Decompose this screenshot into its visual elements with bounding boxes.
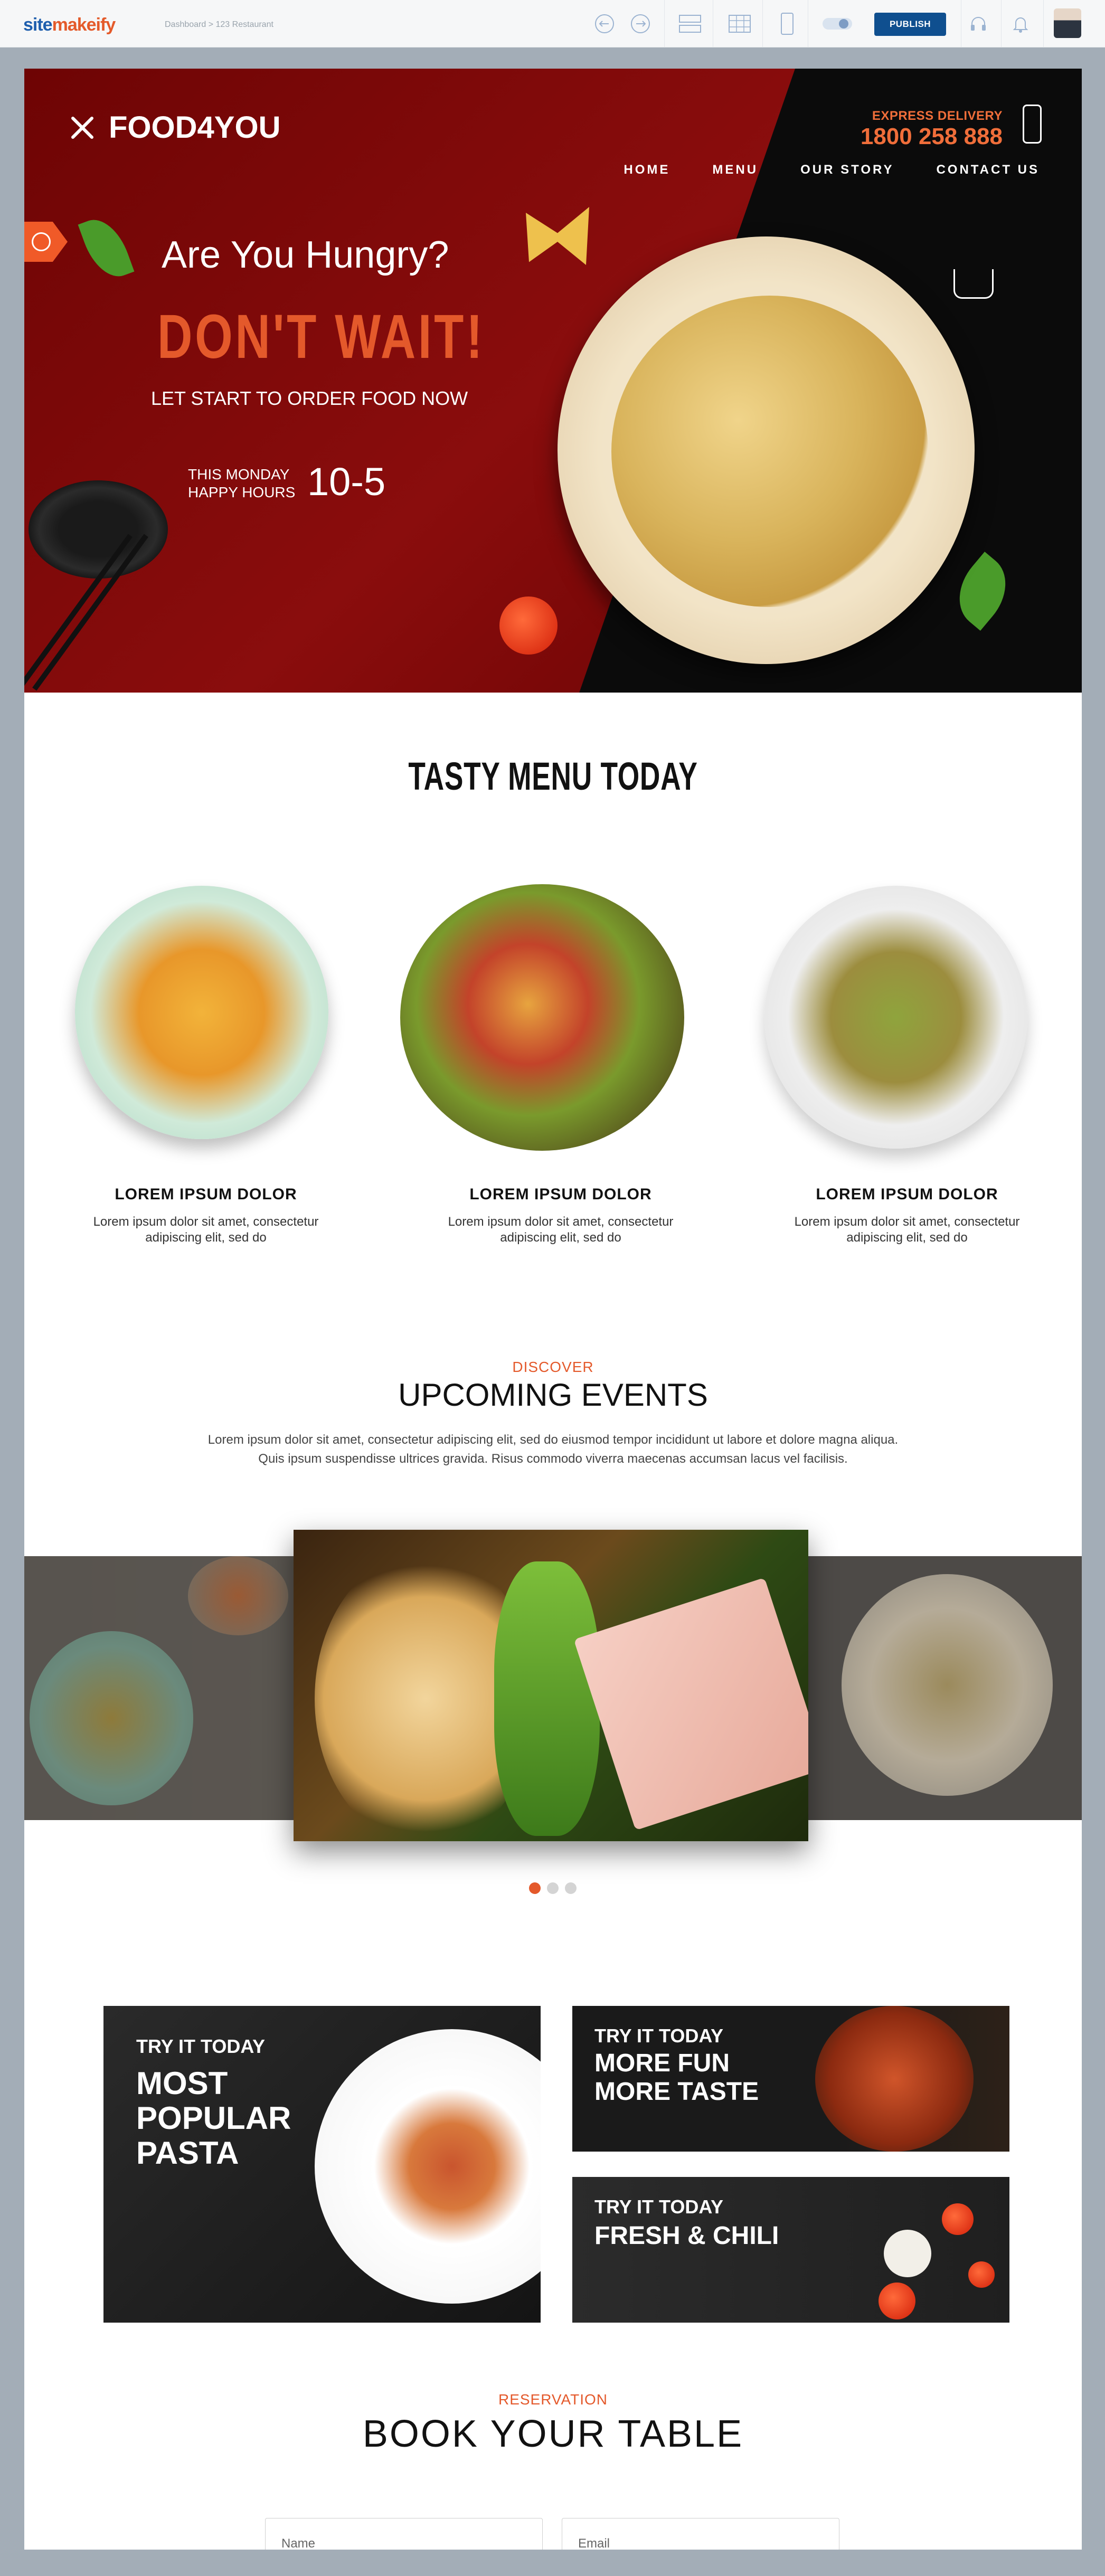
menu-dish-image-2[interactable] [400, 884, 684, 1151]
happy-line-1: THIS MONDAY [188, 466, 290, 482]
delivery-phone: 1800 258 888 [860, 124, 1003, 149]
menu-item-name: LOREM IPSUM DOLOR [469, 1186, 652, 1203]
promo-line: MORE FUN [594, 2049, 730, 2077]
nav-contact-us[interactable]: CONTACT US [936, 163, 1040, 177]
main-nav: HOME MENU OUR STORY CONTACT US [624, 163, 1040, 177]
menu-item-desc-line: Lorem ipsum dolor sit amet, consectetur [448, 1215, 674, 1229]
events-description: Lorem ipsum dolor sit amet, consectetur … [24, 1431, 1082, 1469]
phone-icon [1023, 105, 1042, 144]
notification-bell-icon[interactable] [1008, 12, 1033, 36]
carousel-active-slide[interactable] [294, 1530, 808, 1841]
coffee-cup-icon [953, 269, 994, 299]
express-label: EXPRESS DELIVERY [872, 109, 1003, 123]
menu-item-desc: Lorem ipsum dolor sit amet, consectetur … [770, 1214, 1044, 1246]
events-kicker: DISCOVER [512, 1359, 594, 1375]
sitemakeify-logo[interactable]: sitemakeify [23, 15, 116, 35]
carousel-dot[interactable] [529, 1882, 541, 1894]
publish-button[interactable]: PUBLISH [874, 13, 946, 36]
menu-item-desc: Lorem ipsum dolor sit amet, consectetur … [69, 1214, 343, 1246]
carousel-dot[interactable] [547, 1882, 559, 1894]
redo-icon[interactable] [628, 12, 653, 36]
promo-headline: MOST POPULAR PASTA [136, 2066, 291, 2171]
preview-toggle[interactable] [821, 12, 853, 36]
slide-plate-image [188, 1556, 288, 1635]
events-text-line: Quis ipsum suspendisse ultrices gravida.… [258, 1452, 848, 1466]
logo-text-site: site [23, 15, 53, 35]
breadcrumb[interactable]: Dashboard > 123 Restaurant [165, 20, 273, 30]
menu-item-name: LOREM IPSUM DOLOR [816, 1186, 998, 1203]
menu-item-desc-line: adipiscing elit, sed do [846, 1230, 968, 1245]
events-title: UPCOMING EVENTS [398, 1377, 708, 1413]
promo-headline: MORE FUN MORE TASTE [594, 2049, 759, 2106]
promo-card-chili[interactable]: TRY IT TODAY FRESH & CHILI [572, 2177, 1009, 2323]
promo-line: MOST [136, 2066, 228, 2101]
sauce-bowl-image [29, 480, 168, 579]
reservation-title: BOOK YOUR TABLE [362, 2413, 744, 2455]
tomato-image [499, 596, 558, 655]
email-field[interactable]: Email [562, 2518, 839, 2550]
undo-icon[interactable] [592, 12, 617, 36]
hero-section: FOOD4YOU EXPRESS DELIVERY 1800 258 888 H… [24, 69, 1082, 693]
website-canvas: FOOD4YOU EXPRESS DELIVERY 1800 258 888 H… [24, 69, 1082, 2550]
nav-home[interactable]: HOME [624, 163, 670, 177]
menu-item-desc: Lorem ipsum dolor sit amet, consectetur … [423, 1214, 698, 1246]
promo-kicker: TRY IT TODAY [594, 2025, 724, 2047]
hero-cta-text: DON'T WAIT! [157, 302, 485, 372]
promo-line: POPULAR [136, 2100, 291, 2136]
slide-plate-image [30, 1631, 193, 1805]
menu-item-name: LOREM IPSUM DOLOR [115, 1186, 297, 1203]
promo-line: PASTA [136, 2135, 239, 2171]
grid-view-icon[interactable] [728, 12, 752, 36]
nav-our-story[interactable]: OUR STORY [800, 163, 894, 177]
happy-hours-time: 10-5 [307, 460, 386, 504]
promo-card-fun[interactable]: TRY IT TODAY MORE FUN MORE TASTE [572, 2006, 1009, 2152]
reservation-kicker: RESERVATION [498, 2391, 608, 2408]
promo-card-pasta[interactable]: TRY IT TODAY MOST POPULAR PASTA [103, 2006, 541, 2323]
promo-headline: FRESH & CHILI [594, 2222, 779, 2250]
slide-plate-image [842, 1574, 1053, 1796]
mobile-view-icon[interactable] [775, 12, 799, 36]
carousel-dot[interactable] [565, 1882, 577, 1894]
carousel-pagination [529, 1882, 577, 1894]
promo-kicker: TRY IT TODAY [594, 2196, 724, 2218]
brand-name: FOOD4YOU [109, 110, 281, 145]
menu-item-desc-line: Lorem ipsum dolor sit amet, consectetur [794, 1215, 1020, 1229]
menu-section-title: TASTY MENU TODAY [408, 754, 698, 798]
menu-item-desc-line: adipiscing elit, sed do [145, 1230, 267, 1245]
happy-hours-label: THIS MONDAY HAPPY HOURS [188, 466, 295, 501]
events-text-line: Lorem ipsum dolor sit amet, consectetur … [207, 1433, 899, 1447]
site-brand[interactable]: FOOD4YOU [70, 110, 281, 145]
hero-headline: Are You Hungry? [162, 234, 449, 276]
happy-line-2: HAPPY HOURS [188, 484, 296, 500]
menu-item-desc-line: adipiscing elit, sed do [500, 1230, 621, 1245]
desktop-layout-icon[interactable] [678, 12, 702, 36]
express-delivery[interactable]: EXPRESS DELIVERY 1800 258 888 [861, 109, 1003, 150]
menu-dish-image-1[interactable] [75, 886, 328, 1139]
menu-dish-image-3[interactable] [764, 886, 1027, 1149]
user-avatar[interactable] [1054, 8, 1081, 38]
name-field[interactable]: Name [265, 2518, 543, 2550]
promo-kicker: TRY IT TODAY [136, 2035, 266, 2057]
hero-subline: LET START TO ORDER FOOD NOW [151, 387, 468, 409]
promo-line: MORE TASTE [594, 2078, 759, 2106]
basil-leaf-image [943, 552, 1022, 631]
logo-text-makeify: makeify [52, 15, 116, 35]
pasta-image [611, 296, 928, 607]
editor-toolbar: sitemakeify Dashboard > 123 Restaurant P… [0, 0, 1105, 48]
nav-menu[interactable]: MENU [712, 163, 758, 177]
support-headset-icon[interactable] [966, 12, 990, 36]
arrow-right-icon [32, 232, 51, 251]
menu-item-desc-line: Lorem ipsum dolor sit amet, consectetur [93, 1215, 319, 1229]
fork-knife-icon [71, 116, 93, 139]
